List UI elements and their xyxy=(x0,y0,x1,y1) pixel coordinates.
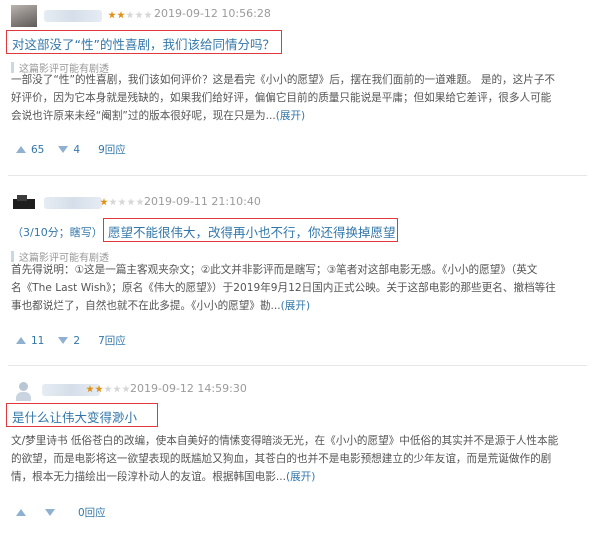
thumb-down-triangle-icon[interactable] xyxy=(45,509,55,516)
star-icon xyxy=(100,198,108,206)
star-icon xyxy=(122,385,130,393)
star-icon xyxy=(126,11,134,19)
body-line: 的欲望，而是电影将这一欲望表现的既尴尬又狗血，其苍白的也并不是电影预想建立的少年… xyxy=(11,453,552,465)
avatar[interactable] xyxy=(11,5,37,27)
review-divider xyxy=(8,175,587,176)
body-line: 事也都说烂了，自然也就不在此多提。《小小的愿望》勘...(展开) xyxy=(11,300,311,312)
body-line: 会说也许原来未经“阉割”过的版本很好呢，现在只是为...(展开) xyxy=(11,110,306,122)
review-actions: 65 4 9回应 xyxy=(16,142,126,157)
thumb-up-triangle-icon[interactable] xyxy=(16,509,26,516)
review-actions: 0回应 xyxy=(16,505,106,520)
star-icon xyxy=(136,198,144,206)
body-line: 文/梦里诗书 低俗苍白的改编，使本自美好的情愫变得暗淡无光，在《小小的愿望》中低… xyxy=(11,435,559,447)
star-icon xyxy=(135,11,143,19)
review-time: 2019-09-11 21:10:40 xyxy=(144,195,261,208)
star-icon xyxy=(117,11,125,19)
star-icon xyxy=(86,385,94,393)
upvote-count[interactable]: 65 xyxy=(31,144,44,156)
body-line: 首先得说明：①这是一篇主客观夹杂文；②此文并非影评而是瞎写；③笔者对这部电影无感… xyxy=(11,264,538,276)
body-line: 名《The Last Wish》；原名《伟大的愿望》）于2019年9月12日国内… xyxy=(11,282,556,294)
star-rating xyxy=(108,11,153,23)
expand-link[interactable]: (展开) xyxy=(286,471,315,483)
star-icon xyxy=(113,385,121,393)
expand-link[interactable]: (展开) xyxy=(276,110,305,122)
reply-link[interactable]: 0回应 xyxy=(78,505,106,520)
star-icon xyxy=(108,11,116,19)
username[interactable] xyxy=(44,10,102,22)
thumb-down-triangle-icon[interactable] xyxy=(58,337,69,344)
avatar[interactable] xyxy=(11,193,37,215)
review-title[interactable]: 是什么让伟大变得渺小 xyxy=(12,407,137,426)
downvote-count[interactable]: 2 xyxy=(73,335,80,347)
star-rating xyxy=(100,198,145,210)
thumb-up-triangle-icon[interactable] xyxy=(16,337,26,344)
review-actions: 11 2 7回应 xyxy=(16,333,126,348)
review-divider xyxy=(8,365,587,366)
reply-link[interactable]: 7回应 xyxy=(98,333,126,348)
review-body: 文/梦里诗书 低俗苍白的改编，使本自美好的情愫变得暗淡无光，在《小小的愿望》中低… xyxy=(11,432,577,486)
review-body: 首先得说明：①这是一篇主客观夹杂文；②此文并非影评而是瞎写；③笔者对这部电影无感… xyxy=(11,261,577,315)
star-icon xyxy=(118,198,126,206)
review-time: 2019-09-12 14:59:30 xyxy=(130,382,247,395)
avatar[interactable] xyxy=(11,380,37,402)
star-icon xyxy=(95,385,103,393)
thumb-up-triangle-icon[interactable] xyxy=(16,146,26,153)
review-title[interactable]: 对这部没了“性”的性喜剧，我们该给同情分吗？ xyxy=(12,34,275,53)
review-title[interactable]: 愿望不能很伟大，改得再小也不行，你还得换掉愿望 xyxy=(108,222,396,241)
star-icon xyxy=(104,385,112,393)
body-line: 情，根本无力描绘出一段淳朴动人的友谊。根据韩国电影...(展开) xyxy=(11,471,316,483)
downvote-count[interactable]: 4 xyxy=(73,144,80,156)
star-icon xyxy=(109,198,117,206)
review-time: 2019-09-12 10:56:28 xyxy=(154,7,271,20)
username[interactable] xyxy=(44,197,102,209)
expand-link[interactable]: (展开) xyxy=(281,300,310,312)
score-prefix: （3/10分；瞎写） xyxy=(12,226,103,239)
thumb-down-triangle-icon[interactable] xyxy=(58,146,69,153)
star-icon xyxy=(144,11,152,19)
reply-link[interactable]: 9回应 xyxy=(98,142,126,157)
body-line: 一部没了“性”的性喜剧，我们该如何评价？这是看完《小小的愿望》后，摆在我们面前的… xyxy=(11,74,556,86)
review-body: 一部没了“性”的性喜剧，我们该如何评价？这是看完《小小的愿望》后，摆在我们面前的… xyxy=(11,71,577,125)
star-icon xyxy=(127,198,135,206)
star-rating xyxy=(86,385,131,397)
upvote-count[interactable]: 11 xyxy=(31,335,44,347)
body-line: 好评价，因为它本身就是残缺的，如果我们给好评，偏偏它目前的质量只能说是平庸；但如… xyxy=(11,92,552,104)
